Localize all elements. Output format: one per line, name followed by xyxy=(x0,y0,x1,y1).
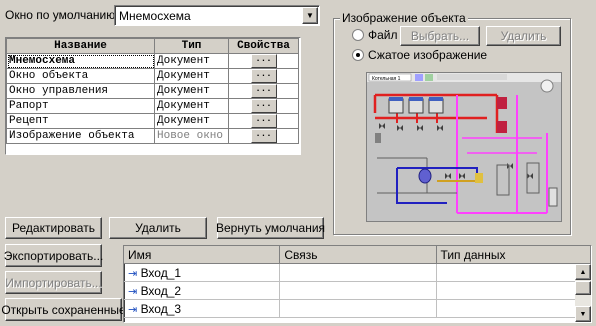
properties-button[interactable]: ... xyxy=(250,99,277,113)
input-arrow-icon: ⇥ xyxy=(128,303,138,316)
object-image-group-label: Изображение объекта xyxy=(340,11,468,25)
scroll-down-button[interactable]: ▼ xyxy=(575,306,591,322)
row-name[interactable]: Окно объекта xyxy=(6,68,155,84)
default-window-value: Мнемосхема xyxy=(119,9,191,23)
window-table: Название Тип Свойства Мнемосхема Докумен… xyxy=(5,37,301,155)
row-type[interactable]: Документ xyxy=(154,98,229,114)
row-type[interactable]: Документ xyxy=(154,113,229,129)
table-row[interactable]: Рецепт Документ ... xyxy=(6,113,299,129)
row-type[interactable]: Документ xyxy=(154,68,229,84)
table-row[interactable]: Изображение объекта Новое окно ... xyxy=(6,128,299,144)
io-row-type[interactable] xyxy=(436,263,591,282)
io-row-link[interactable] xyxy=(279,281,437,300)
row-name[interactable]: Изображение объекта xyxy=(6,128,155,144)
row-name[interactable]: Рапорт xyxy=(6,98,155,114)
table-row[interactable]: Окно объекта Документ ... xyxy=(6,68,299,84)
scroll-thumb[interactable] xyxy=(575,281,591,295)
col-header-name[interactable]: Название xyxy=(6,38,155,54)
compressed-image-label: Сжатое изображение xyxy=(368,48,488,62)
open-saved-button[interactable]: Открыть сохраненные xyxy=(1,298,126,321)
properties-button[interactable]: ... xyxy=(250,54,277,68)
col-header-props[interactable]: Свойства xyxy=(228,38,299,54)
arrow-up-icon: ▲ xyxy=(579,268,587,276)
properties-button[interactable]: ... xyxy=(250,129,277,143)
row-name[interactable]: Мнемосхема xyxy=(6,53,155,69)
file-radio-label: Файл xyxy=(368,28,398,42)
preview-title: Котельная 1 xyxy=(372,76,401,82)
file-radio[interactable] xyxy=(352,29,364,41)
row-type[interactable]: Документ xyxy=(154,53,229,69)
chevron-down-icon: ▼ xyxy=(306,11,314,20)
default-window-label: Окно по умолчанию : xyxy=(5,8,122,22)
object-image-preview: Котельная 1 xyxy=(366,72,562,222)
io-col-header-link[interactable]: Связь xyxy=(279,246,437,264)
io-row-name: Вход_2 xyxy=(140,283,182,298)
io-table: Имя Связь Тип данных ⇥ Вход_1 ⇥ Вход_2 ⇥… xyxy=(123,245,592,323)
io-row-link[interactable] xyxy=(279,299,437,318)
edit-button[interactable]: Редактировать xyxy=(5,217,102,239)
row-type[interactable]: Документ xyxy=(154,83,229,99)
input-arrow-icon: ⇥ xyxy=(128,285,138,298)
table-row[interactable]: ⇥ Вход_3 xyxy=(124,299,591,318)
io-row-type[interactable] xyxy=(436,281,591,300)
delete-button[interactable]: Удалить xyxy=(109,217,207,239)
restore-defaults-button[interactable]: Вернуть умолчания xyxy=(216,217,325,239)
table-row[interactable]: Окно управления Документ ... xyxy=(6,83,299,99)
row-type[interactable]: Новое окно xyxy=(154,128,229,144)
table-row[interactable]: ⇥ Вход_2 xyxy=(124,281,591,300)
scroll-up-button[interactable]: ▲ xyxy=(575,264,591,280)
col-header-type[interactable]: Тип xyxy=(154,38,229,54)
table-row[interactable]: Мнемосхема Документ ... xyxy=(6,53,299,69)
import-button[interactable]: Импортировать... xyxy=(5,271,102,294)
table-row[interactable]: Рапорт Документ ... xyxy=(6,98,299,114)
io-row-link[interactable] xyxy=(279,263,437,282)
input-arrow-icon: ⇥ xyxy=(128,267,138,280)
choose-file-button[interactable]: Выбрать... xyxy=(400,26,480,46)
scheme-thumbnail: Котельная 1 xyxy=(367,73,561,221)
io-row-type[interactable] xyxy=(436,299,591,318)
io-table-scrollbar[interactable]: ▲ ▼ xyxy=(575,264,591,322)
row-name[interactable]: Рецепт xyxy=(6,113,155,129)
properties-button[interactable]: ... xyxy=(250,84,277,98)
arrow-down-icon: ▼ xyxy=(579,310,587,318)
io-row-name: Вход_3 xyxy=(140,301,182,316)
default-window-dropdown-button[interactable]: ▼ xyxy=(302,7,318,24)
row-name[interactable]: Окно управления xyxy=(6,83,155,99)
properties-button[interactable]: ... xyxy=(250,69,277,83)
io-col-header-name[interactable]: Имя xyxy=(124,246,281,264)
export-button[interactable]: Экспортировать... xyxy=(4,244,103,267)
compressed-image-radio[interactable] xyxy=(352,49,364,61)
io-col-header-type[interactable]: Тип данных xyxy=(436,246,591,264)
default-window-select[interactable]: Мнемосхема ▼ xyxy=(114,5,320,26)
io-row-name: Вход_1 xyxy=(140,265,182,280)
properties-button[interactable]: ... xyxy=(250,114,277,128)
delete-image-button[interactable]: Удалить xyxy=(486,26,561,46)
table-row[interactable]: ⇥ Вход_1 xyxy=(124,263,591,282)
